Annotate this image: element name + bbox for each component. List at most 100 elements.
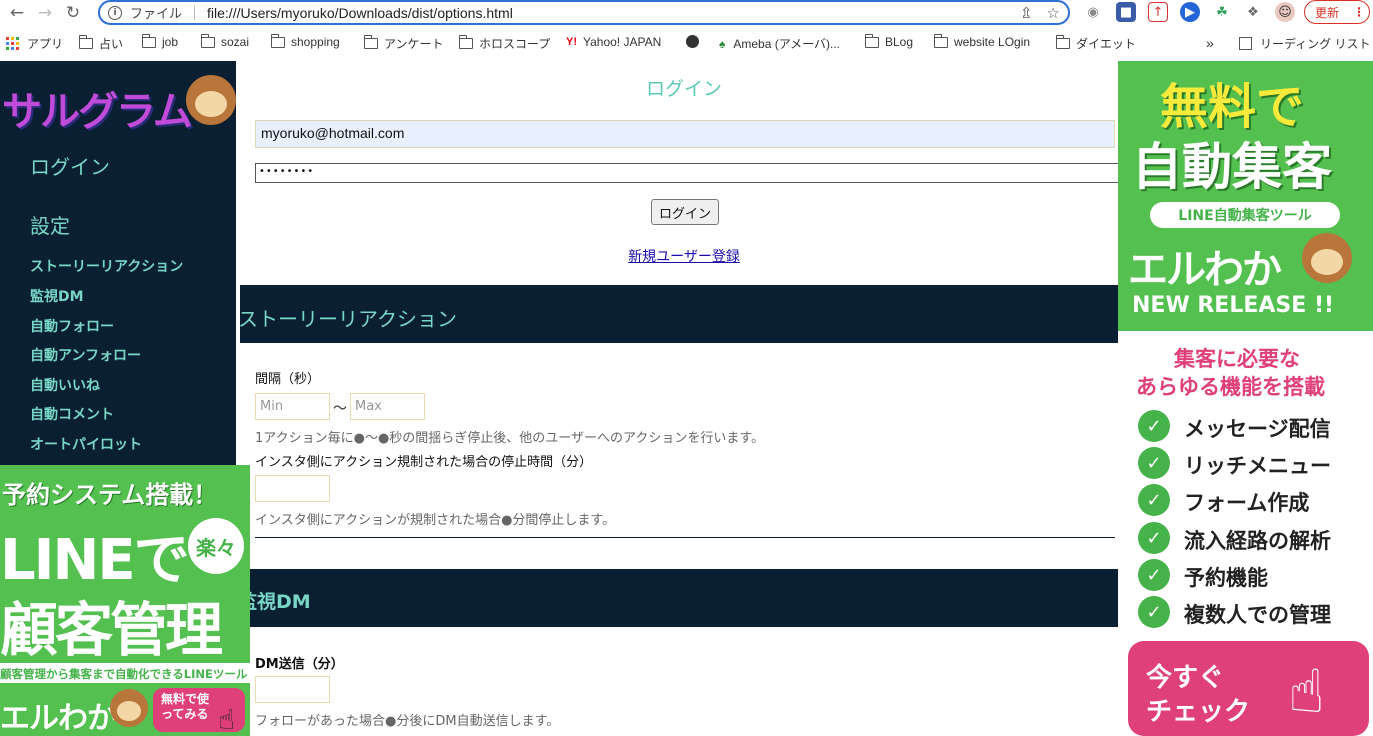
share-icon[interactable]: ⇫ xyxy=(1020,4,1033,22)
bookmark-folder[interactable]: shopping xyxy=(271,33,340,49)
yahoo-icon: Y! xyxy=(566,36,577,48)
extensions-puzzle-icon[interactable]: ❖ xyxy=(1243,2,1263,22)
interval-min-input[interactable]: Min xyxy=(255,393,330,420)
dm-send-input[interactable] xyxy=(255,676,330,703)
sidebar-heading-settings: 設定 xyxy=(30,214,70,238)
folder-icon xyxy=(1056,35,1070,49)
bookmark-label: shopping xyxy=(291,35,340,49)
bookmarks-overflow-button[interactable]: » xyxy=(1206,35,1214,51)
folder-icon xyxy=(142,33,156,48)
camera-icon[interactable]: ◉ xyxy=(1083,2,1103,22)
folder-icon xyxy=(271,33,285,48)
reload-icon[interactable]: ↻ xyxy=(62,2,84,24)
bookmark-label: Yahoo! JAPAN xyxy=(583,35,662,49)
evernote-icon[interactable]: ☘ xyxy=(1212,2,1232,22)
ad-left-strip: 顧客管理から集客まで自動化できるLINEツール xyxy=(0,663,250,683)
url-text[interactable]: file:///Users/myoruko/Downloads/dist/opt… xyxy=(207,5,513,21)
sidebar-item-auto-follow[interactable]: 自動フォロー xyxy=(30,316,114,336)
bookmark-apps[interactable]: アプリ xyxy=(6,35,63,52)
bookmark-folder[interactable]: ダイエット xyxy=(1056,35,1136,52)
extension-red-icon[interactable]: ↑ xyxy=(1148,2,1168,22)
ad-banner-left[interactable]: 予約システム搭載！ LINEで 楽々 顧客管理 顧客管理から集客まで自動化できる… xyxy=(0,465,250,736)
bookmark-label: BLog xyxy=(885,35,914,49)
bookmark-label: job xyxy=(162,35,179,49)
apps-grid-icon xyxy=(6,37,19,50)
bookmark-globe[interactable] xyxy=(686,35,699,48)
ad-left-brand: エルわか xyxy=(0,701,117,736)
register-link-text[interactable]: 新規ユーザー登録 xyxy=(628,249,740,265)
bookmark-folder[interactable]: BLog xyxy=(865,33,914,49)
reading-list-button[interactable]: リーディング リスト xyxy=(1239,35,1371,52)
feature-item: 流入経路の解析 xyxy=(1184,529,1331,553)
bookmark-folder[interactable]: 占い xyxy=(79,35,123,52)
interval-max-input[interactable]: Max xyxy=(350,393,425,420)
story-reaction-title: ストーリーリアクション xyxy=(238,307,457,331)
ad-right-sub1: 集客に必要な xyxy=(1174,347,1300,371)
info-icon[interactable]: i xyxy=(108,5,122,20)
password-field[interactable]: •••••••• xyxy=(255,163,1121,183)
back-icon[interactable]: ← xyxy=(6,2,28,24)
sidebar: サルグラム ログイン 設定 ストーリーリアクション 監視DM 自動フォロー 自動… xyxy=(0,61,236,465)
feature-item: フォーム作成 xyxy=(1184,491,1310,515)
ad-right-pill: LINE自動集客ツール xyxy=(1150,202,1340,228)
bookmarks-bar: アプリ 占い job sozai shopping アンケート ホロスコープ Y… xyxy=(0,31,1373,55)
sidebar-item-autopilot[interactable]: オートパイロット xyxy=(30,434,142,454)
scheme-label: ファイル xyxy=(130,7,183,22)
sidebar-item-auto-like[interactable]: 自動いいね xyxy=(30,375,100,395)
extension-translate-icon[interactable]: ■ xyxy=(1116,2,1136,22)
forward-icon[interactable]: → xyxy=(34,2,56,24)
sidebar-item-monitor-dm[interactable]: 監視DM xyxy=(30,286,84,306)
sidebar-item-auto-comment[interactable]: 自動コメント xyxy=(30,404,114,424)
bookmark-ameba[interactable]: ♠ Ameba (アメーバ)... xyxy=(719,35,840,52)
page-content: サルグラム ログイン 設定 ストーリーリアクション 監視DM 自動フォロー 自動… xyxy=(0,61,1373,736)
sidebar-item-auto-unfollow[interactable]: 自動アンフォロー xyxy=(30,345,141,365)
address-bar[interactable]: i ファイル file:///Users/myoruko/Downloads/d… xyxy=(98,0,1070,25)
register-link: 新規ユーザー登録 xyxy=(240,246,1128,266)
ad-banner-right[interactable]: 無料で 自動集客 LINE自動集客ツール エルわか NEW RELEASE !!… xyxy=(1118,61,1373,736)
range-tilde: 〜 xyxy=(333,401,347,417)
ad-right-cta2: チェック xyxy=(1146,697,1251,727)
app-logo: サルグラム xyxy=(0,69,240,135)
profile-avatar[interactable]: ☺ xyxy=(1275,2,1295,22)
bookmark-yahoo[interactable]: Y! Yahoo! JAPAN xyxy=(566,35,661,49)
ad-right-release: NEW RELEASE !! xyxy=(1132,293,1335,318)
bookmark-label: sozai xyxy=(221,35,250,49)
browser-toolbar: ← → ↻ i ファイル file:///Users/myoruko/Downl… xyxy=(0,0,1373,25)
check-icon: ✓ xyxy=(1138,559,1170,591)
bookmark-folder[interactable]: アンケート xyxy=(364,35,444,52)
ad-right-cta1: 今すぐ xyxy=(1146,663,1225,693)
bookmark-label: アプリ xyxy=(27,37,64,51)
check-icon: ✓ xyxy=(1138,410,1170,442)
pointing-hand-icon: ☝ xyxy=(218,703,236,736)
interval-help-text: 1アクション毎に●〜●秒の間揺らぎ停止後、他のユーザーへのアクションを行います。 xyxy=(255,431,765,446)
ameba-icon: ♠ xyxy=(719,36,726,51)
check-icon: ✓ xyxy=(1138,596,1170,628)
sidebar-item-story-reaction[interactable]: ストーリーリアクション xyxy=(30,256,183,276)
bookmark-label: ダイエット xyxy=(1076,37,1136,51)
bookmark-star-icon[interactable]: ☆ xyxy=(1047,4,1060,22)
globe-icon xyxy=(686,35,699,48)
login-button[interactable]: ログイン xyxy=(651,199,719,225)
check-icon: ✓ xyxy=(1138,447,1170,479)
menu-dots-icon[interactable]: ⋮ xyxy=(1353,5,1365,19)
bookmark-folder[interactable]: sozai xyxy=(201,33,250,49)
extension-play-icon[interactable]: ▶ xyxy=(1180,2,1200,22)
update-button[interactable]: 更新 ⋮ xyxy=(1304,0,1370,24)
sidebar-heading-login[interactable]: ログイン xyxy=(30,151,110,180)
feature-item: リッチメニュー xyxy=(1184,454,1331,478)
bookmark-folder[interactable]: ホロスコープ xyxy=(459,35,550,52)
folder-icon xyxy=(865,33,879,48)
ad-right-brand: エルわか xyxy=(1128,247,1282,293)
folder-icon xyxy=(79,35,93,49)
stop-time-input[interactable] xyxy=(255,475,330,502)
ad-right-line2: 自動集客 xyxy=(1132,138,1332,196)
bookmark-folder[interactable]: job xyxy=(142,33,179,49)
feature-item: 複数人での管理 xyxy=(1184,603,1331,627)
ad-right-cta-button[interactable]: 今すぐ チェック ☝ xyxy=(1128,641,1369,736)
ad-left-cta-text: 無料で使ってみる xyxy=(161,692,210,721)
check-icon: ✓ xyxy=(1138,522,1170,554)
bookmark-folder[interactable]: website LOgin xyxy=(934,33,1030,49)
bookmark-label: Ameba (アメーバ)... xyxy=(733,37,841,51)
email-field[interactable]: myoruko@hotmail.com xyxy=(255,120,1115,148)
ad-left-line1: 予約システム搭載！ xyxy=(2,481,218,509)
